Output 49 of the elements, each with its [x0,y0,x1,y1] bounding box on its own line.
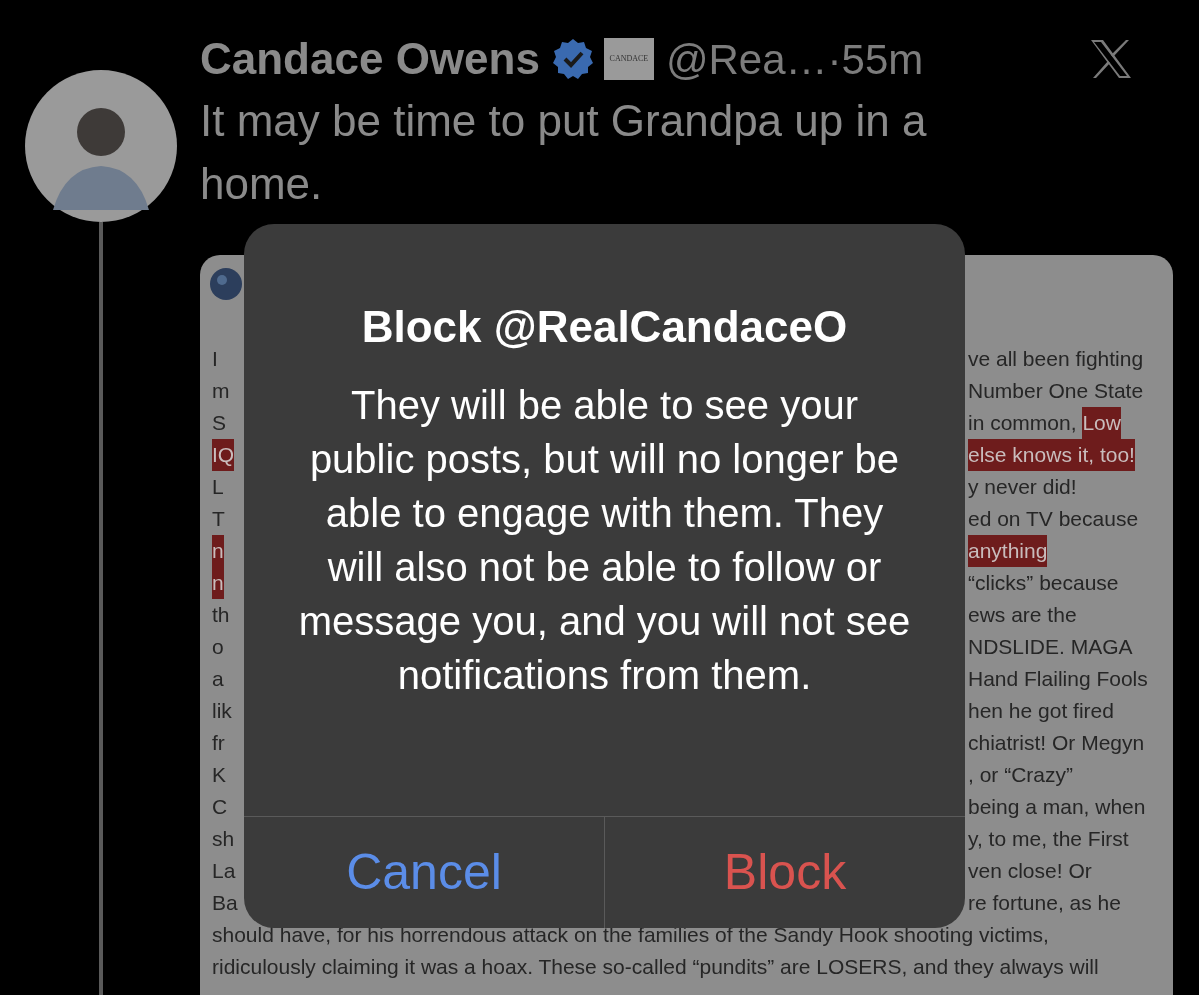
document-text: y, to me, the First [968,826,1129,853]
highlighted-text: Low [1082,407,1121,439]
document-text: sh [212,826,235,853]
document-text: o [212,634,224,661]
document-text: Hand Flailing Fools [968,666,1148,693]
document-text: lik [212,698,232,725]
document-text: ews are the [968,602,1077,629]
document-text: ridiculously claiming it was a hoax. These so-called “pundits” are LOSERS, and they always will [212,954,1099,981]
document-text: , or “Crazy” [968,762,1073,789]
post-time: 55m [841,34,924,85]
document-text: Ba [212,890,238,917]
affiliate-badge[interactable]: CANDACE [603,38,654,80]
document-text: hen he got fired [968,698,1114,725]
document-text: C [212,794,228,821]
highlighted-text: IQ [212,439,235,471]
dialog-title: Block @RealCandaceO [361,301,848,353]
document-text: I [212,346,218,373]
block-button[interactable]: Block [604,817,965,928]
document-text: K [212,762,226,789]
document-text: Number One State [968,378,1144,405]
logo-icon [1089,39,1133,79]
user-handle: @Rea… [665,34,828,85]
document-text: a [212,666,224,693]
highlighted-text: else knows it, too! [968,439,1135,471]
dialog-message: They will be able to see your public posts, but will no longer be able to engage with them. They will also not be able to follow or message you, and you will not see notifications from them. [297,382,912,699]
account-avatar-icon [210,268,242,300]
document-text: m [212,378,230,405]
highlighted-text: n [212,535,224,567]
document-text: fr [212,730,225,757]
document-text: chiatrist! Or Megyn [968,730,1145,757]
separator-dot: · [827,34,842,85]
document-text: ve all been fighting [968,346,1144,373]
document-text: th [212,602,230,629]
document-text: La [212,858,236,885]
document-text: ven close! Or [968,858,1092,885]
document-text: T [212,506,225,533]
author-name[interactable]: Candace Owens [200,26,540,92]
document-text: ed on TV because [968,506,1139,533]
document-text: being a man, when [968,794,1146,821]
document-text: re fortune, as he [968,890,1121,917]
document-text: NDSLIDE. MAGA [968,634,1133,661]
highlighted-text: anything [968,535,1048,567]
document-text: in common, [968,410,1078,437]
document-text: “clicks” because [968,570,1119,597]
highlighted-text: n [212,567,224,599]
document-text: L [212,474,224,501]
document-text: S [212,410,226,437]
document-text: y never did! [968,474,1077,501]
post-text: It may be time to put Grandpa up in a home. [200,95,928,210]
